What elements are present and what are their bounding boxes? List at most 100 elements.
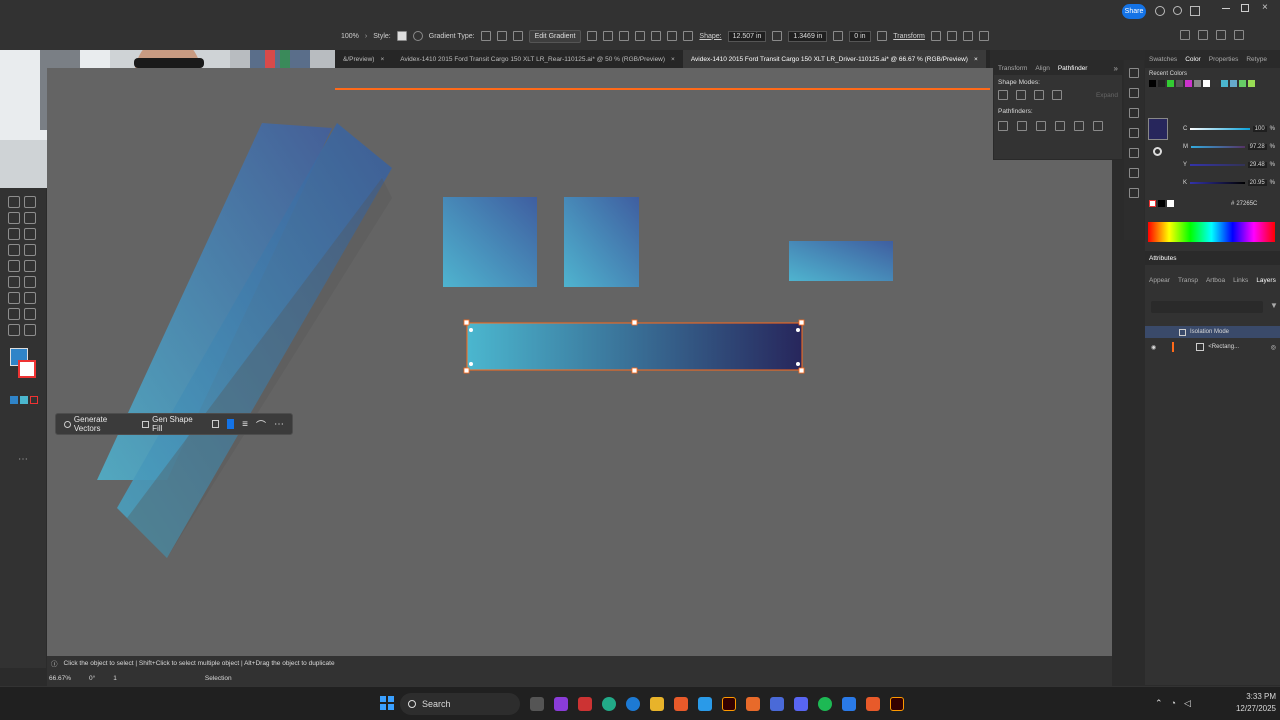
gradient-square[interactable]: [443, 197, 537, 287]
slider-m[interactable]: M 97.28 %: [1183, 138, 1275, 156]
gen-shape-fill-button[interactable]: Gen Shape Fill: [152, 415, 203, 433]
gradient-mode-icon[interactable]: [20, 396, 28, 404]
minimize-icon[interactable]: [1222, 8, 1230, 9]
layers-icon[interactable]: [1129, 88, 1139, 98]
tab-doc-2[interactable]: Avidex-1410 2015 Ford Transit Cargo 150 …: [392, 50, 683, 68]
paintbrush-tool-icon[interactable]: [24, 244, 36, 256]
canvas[interactable]: [47, 68, 1112, 656]
tab-retype[interactable]: Retype: [1242, 56, 1271, 63]
tab-align[interactable]: Align: [1031, 65, 1053, 72]
exclude-icon[interactable]: [1052, 90, 1062, 100]
puppet-icon[interactable]: [978, 31, 989, 41]
menu-icon[interactable]: ≡: [242, 419, 248, 430]
none-swatch[interactable]: [1149, 200, 1156, 207]
recent-swatch[interactable]: [1212, 80, 1219, 87]
close-icon[interactable]: ×: [380, 56, 384, 63]
minus-front-icon[interactable]: [1016, 90, 1026, 100]
paragraph-icon[interactable]: [1129, 148, 1139, 158]
slider-k[interactable]: K 20.95 %: [1183, 174, 1275, 192]
recent-swatch[interactable]: [1167, 80, 1174, 87]
tab-layers[interactable]: Layers: [1252, 277, 1280, 284]
app-icon[interactable]: [770, 697, 784, 711]
share-button[interactable]: Share: [1122, 4, 1146, 19]
recent-swatch[interactable]: [1194, 80, 1201, 87]
hand-tool-icon[interactable]: [8, 324, 20, 336]
app-icon[interactable]: [842, 697, 856, 711]
close-icon[interactable]: ×: [1262, 2, 1268, 13]
app-icon[interactable]: [578, 697, 592, 711]
rotation-field[interactable]: 0°: [89, 675, 95, 682]
color-spectrum[interactable]: [1148, 222, 1275, 242]
more-tools-icon[interactable]: ⋯: [18, 454, 28, 465]
color-mode-icon[interactable]: [10, 396, 18, 404]
app-icon[interactable]: [698, 697, 712, 711]
align-top-icon[interactable]: [651, 31, 662, 41]
blend-tool-icon[interactable]: [24, 308, 36, 320]
recent-swatch[interactable]: [1230, 80, 1237, 87]
tab-swatches[interactable]: Swatches: [1145, 56, 1181, 63]
curve-icon[interactable]: ⌒: [256, 417, 266, 432]
zoom-field[interactable]: 66.67%: [49, 675, 71, 682]
mode-field[interactable]: Selection: [205, 675, 232, 682]
rectangle-tool-icon[interactable]: [8, 244, 20, 256]
recent-swatch[interactable]: [1221, 80, 1228, 87]
pen-tool-icon[interactable]: [8, 228, 20, 240]
bell-icon[interactable]: [1155, 6, 1165, 16]
slider-value[interactable]: 20.95: [1247, 180, 1267, 186]
align-icon[interactable]: [587, 31, 598, 41]
glyphs-icon[interactable]: [1129, 168, 1139, 178]
tab-artboards[interactable]: Artboa: [1202, 277, 1229, 284]
none-mode-icon[interactable]: [30, 396, 38, 404]
app-icon[interactable]: [866, 697, 880, 711]
network-icon[interactable]: ◔: [1171, 698, 1176, 709]
selection-tool-icon[interactable]: [8, 196, 20, 208]
align-right-icon[interactable]: [635, 31, 646, 41]
merge-icon[interactable]: [1036, 121, 1046, 131]
brave-icon[interactable]: [674, 697, 688, 711]
unite-icon[interactable]: [998, 90, 1008, 100]
rotate-tool-icon[interactable]: [8, 276, 20, 288]
taskbar-search[interactable]: Search: [400, 693, 520, 715]
grid-icon[interactable]: [946, 31, 957, 41]
trim-icon[interactable]: [1017, 121, 1027, 131]
layers-search-input[interactable]: [1151, 301, 1263, 313]
recent-swatch[interactable]: [1248, 80, 1255, 87]
filter-icon[interactable]: ▼: [1270, 301, 1278, 310]
corner-widget[interactable]: [469, 362, 473, 366]
panel-menu-icon[interactable]: [1198, 30, 1208, 40]
corner-widget[interactable]: [469, 328, 473, 332]
chrome-icon[interactable]: [602, 697, 616, 711]
collapse-icon[interactable]: »: [1114, 64, 1122, 73]
black-swatch[interactable]: [1158, 200, 1165, 207]
recolor-icon[interactable]: [211, 420, 220, 428]
style-swatch[interactable]: [396, 31, 407, 41]
hex-field[interactable]: #27265C: [1231, 201, 1257, 207]
clock[interactable]: 3:33 PM 12/27/2025: [1228, 691, 1276, 715]
align-middle-icon[interactable]: [667, 31, 678, 41]
tab-properties[interactable]: Properties: [1205, 56, 1243, 63]
direct-selection-tool-icon[interactable]: [24, 196, 36, 208]
spotify-icon[interactable]: [818, 697, 832, 711]
workspace-icon[interactable]: [1190, 6, 1200, 16]
more-icon[interactable]: ⋯: [274, 419, 284, 430]
zoom-value[interactable]: 100%: [341, 33, 359, 40]
scale-tool-icon[interactable]: [24, 276, 36, 288]
transform-link[interactable]: Transform: [893, 33, 925, 40]
zoom-tool-icon[interactable]: [24, 324, 36, 336]
arrange-icon[interactable]: [1180, 30, 1190, 40]
intersect-icon[interactable]: [1034, 90, 1044, 100]
corner-widget[interactable]: [796, 362, 800, 366]
recent-swatch[interactable]: [1158, 80, 1165, 87]
illustrator-icon[interactable]: [722, 697, 736, 711]
pencil-tool-icon[interactable]: [8, 260, 20, 272]
eyedropper-tool-icon[interactable]: [8, 308, 20, 320]
pen-icon[interactable]: [1216, 30, 1226, 40]
selected-gradient-rectangle[interactable]: [467, 323, 802, 370]
layer-row-isolation[interactable]: Isolation Mode: [1145, 326, 1280, 338]
artboard-tool-icon[interactable]: [24, 292, 36, 304]
task-view-icon[interactable]: [530, 697, 544, 711]
corner-type-icon[interactable]: [877, 31, 888, 41]
libraries-icon[interactable]: [1129, 108, 1139, 118]
type-tool-icon[interactable]: [24, 228, 36, 240]
maximize-icon[interactable]: [1241, 4, 1249, 12]
